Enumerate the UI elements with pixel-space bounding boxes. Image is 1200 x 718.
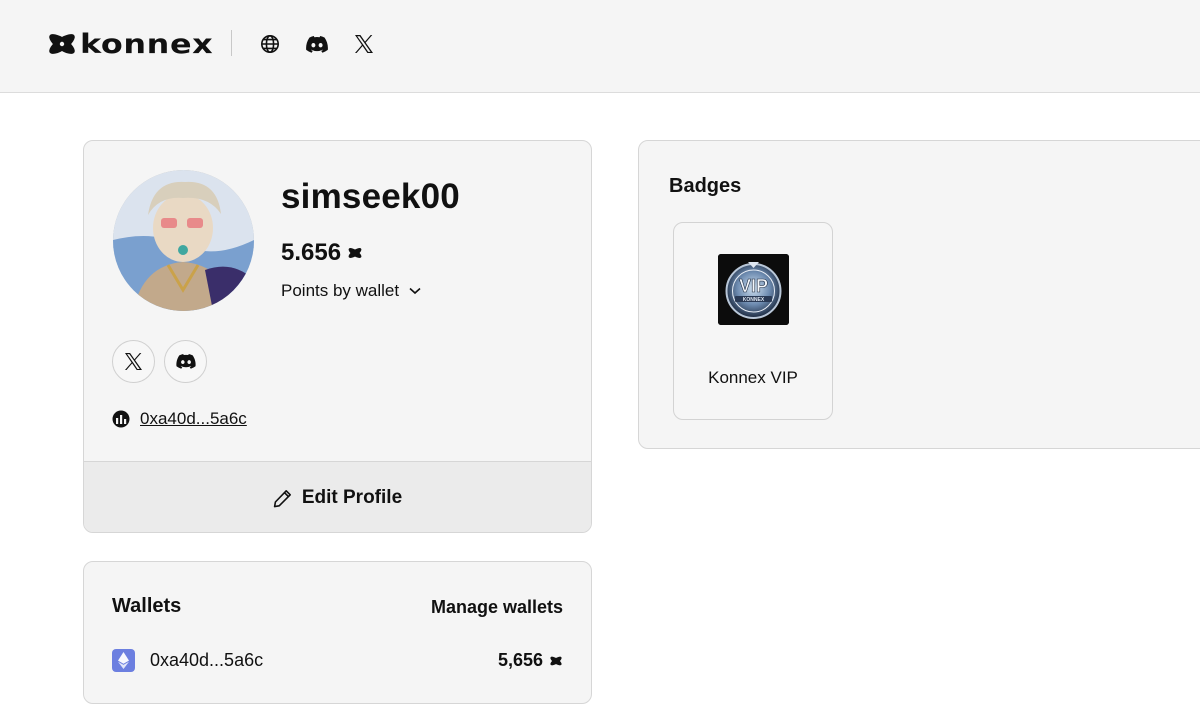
wallet-address: 0xa40d...5a6c [150, 650, 264, 670]
profile-x-button[interactable] [112, 340, 155, 383]
edit-profile-button[interactable]: Edit Profile [84, 461, 591, 532]
wallets-title: Wallets [112, 595, 182, 617]
discord-icon [175, 354, 196, 369]
ethereum-icon [112, 649, 135, 672]
wallet-identicon-icon [112, 410, 130, 428]
badges-title: Badges [669, 175, 742, 197]
wallets-card: Wallets Manage wallets 0xa40d...5a6c 5,6… [83, 561, 592, 704]
badges-card: Badges VIP KONNEX Konnex VIP [638, 140, 1200, 449]
points-by-wallet-toggle[interactable]: Points by wallet [281, 281, 421, 301]
konnex-points-icon [348, 248, 362, 258]
manage-wallets-link[interactable]: Manage wallets [431, 597, 563, 618]
badge-image-subtext: KONNEX [743, 297, 765, 303]
konnex-logo[interactable]: konnex [46, 28, 213, 60]
header-divider [231, 30, 232, 56]
username: simseek00 [281, 177, 460, 216]
badge-image-text: VIP [739, 276, 768, 296]
profile-card: simseek00 5.656 Points by wallet 0xa40d.… [83, 140, 592, 533]
wallet-points-value: 5,656 [497, 650, 543, 670]
wallet-points: 5,656 [498, 650, 563, 671]
x-icon [125, 353, 142, 370]
pencil-icon [273, 489, 291, 507]
chevron-down-icon [409, 287, 421, 295]
avatar [113, 170, 254, 311]
brand-name: konnex [80, 28, 214, 60]
points-value: 5.656 [281, 239, 342, 266]
konnex-points-icon [550, 656, 562, 665]
profile-address-row: 0xa40d...5a6c [112, 409, 247, 429]
konnex-mark-icon [49, 34, 75, 54]
top-header: konnex [0, 0, 1200, 93]
discord-icon[interactable] [305, 32, 329, 56]
profile-address-link[interactable]: 0xa40d...5a6c [140, 409, 247, 429]
badge-item[interactable]: VIP KONNEX Konnex VIP [673, 222, 833, 420]
vip-badge-image: VIP KONNEX [718, 254, 789, 325]
x-icon[interactable] [352, 32, 376, 56]
points-by-wallet-label: Points by wallet [281, 281, 400, 300]
edit-profile-label: Edit Profile [301, 487, 403, 508]
profile-discord-button[interactable] [164, 340, 207, 383]
profile-points: 5.656 [281, 239, 363, 267]
badge-label: Konnex VIP [708, 368, 798, 387]
globe-icon[interactable] [258, 32, 282, 56]
wallet-row[interactable]: 0xa40d...5a6c 5,656 [112, 649, 563, 672]
